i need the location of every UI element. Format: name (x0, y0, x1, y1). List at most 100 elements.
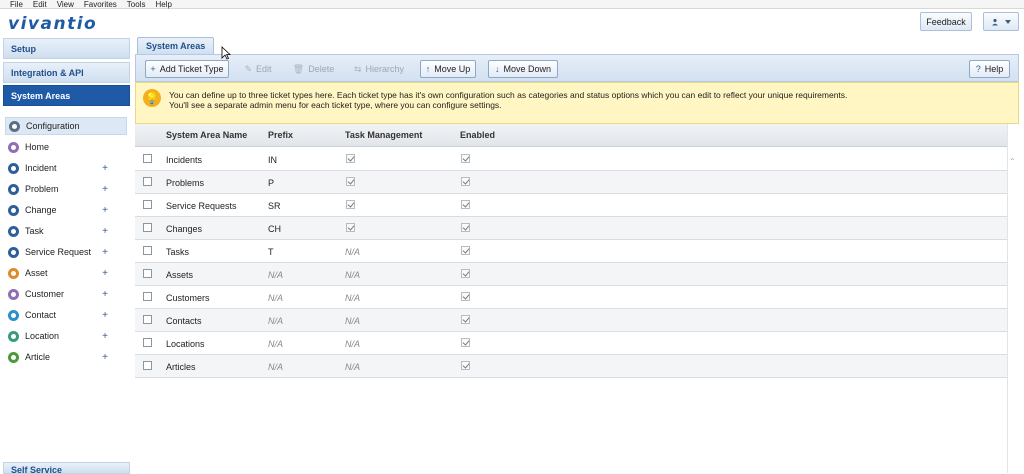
task-management-value: N/A (345, 293, 361, 303)
vertical-scrollbar[interactable] (1007, 124, 1019, 473)
task-management-value: N/A (345, 247, 361, 257)
column-header-name[interactable]: System Area Name (166, 130, 247, 140)
menu-favorites[interactable]: Favorites (84, 0, 117, 9)
sidebar-section-setup[interactable]: Setup (3, 38, 130, 59)
table-row[interactable]: Problems P (135, 171, 1007, 194)
system-area-prefix: N/A (268, 362, 284, 372)
sidebar-section-system-areas[interactable]: System Areas (3, 85, 130, 106)
sidebar-section-integration[interactable]: Integration & API (3, 62, 130, 83)
enabled-checkbox (461, 223, 470, 232)
feedback-button[interactable]: Feedback (920, 12, 972, 31)
system-area-name: Incidents (166, 155, 203, 165)
add-contact-icon[interactable]: + (102, 310, 108, 321)
vivantio-logo[interactable]: vivantio (8, 14, 97, 34)
sidebar-item-problem[interactable]: Problem + (8, 180, 126, 198)
sidebar-item-service-request[interactable]: Service Request + (8, 243, 126, 261)
add-asset-icon[interactable]: + (102, 268, 108, 279)
hierarchy-button[interactable]: ⇆ Hierarchy (350, 60, 408, 78)
user-menu-button[interactable] (983, 12, 1019, 31)
sidebar-item-location[interactable]: Location + (8, 327, 126, 345)
table-row[interactable]: Locations N/A N/A (135, 332, 1007, 355)
row-select-checkbox[interactable] (143, 200, 152, 209)
sidebar-item-asset[interactable]: Asset + (8, 264, 126, 282)
task-management-value: N/A (345, 270, 361, 280)
move-down-label: Move Down (503, 64, 552, 74)
location-icon (8, 330, 19, 342)
enabled-checkbox (461, 154, 470, 163)
table-row[interactable]: Tasks T N/A (135, 240, 1007, 263)
menu-help[interactable]: Help (155, 0, 171, 9)
menu-view[interactable]: View (57, 0, 74, 9)
sidebar-item-label: Problem (25, 184, 59, 194)
column-header-task-management[interactable]: Task Management (345, 130, 422, 140)
column-header-prefix[interactable]: Prefix (268, 130, 293, 140)
system-area-prefix: CH (268, 224, 281, 234)
edit-label: Edit (256, 64, 272, 74)
sidebar-item-change[interactable]: Change + (8, 201, 126, 219)
move-up-button[interactable]: ↑ Move Up (420, 60, 476, 78)
add-incident-icon[interactable]: + (102, 163, 108, 174)
sidebar-section-self-service[interactable]: Self Service (3, 462, 130, 474)
row-select-checkbox[interactable] (143, 246, 152, 255)
column-header-enabled[interactable]: Enabled (460, 130, 495, 140)
add-task-icon[interactable]: + (102, 226, 108, 237)
table-row[interactable]: Contacts N/A N/A (135, 309, 1007, 332)
sidebar-item-label: Configuration (26, 121, 80, 131)
delete-button[interactable]: 🗑 Delete (291, 60, 336, 78)
add-article-icon[interactable]: + (102, 352, 108, 363)
grid-header: System Area Name Prefix Task Management … (135, 124, 1007, 147)
move-down-button[interactable]: ↓ Move Down (488, 60, 558, 78)
sidebar-item-home[interactable]: Home (8, 138, 126, 156)
add-change-icon[interactable]: + (102, 205, 108, 216)
edit-button[interactable]: ✎ Edit (240, 60, 276, 78)
enabled-checkbox (461, 269, 470, 278)
help-button[interactable]: ? Help (969, 60, 1010, 78)
article-icon (8, 351, 19, 363)
menu-file[interactable]: File (10, 0, 23, 9)
menu-edit[interactable]: Edit (33, 0, 47, 9)
add-problem-icon[interactable]: + (102, 184, 108, 195)
enabled-checkbox (461, 292, 470, 301)
sidebar-item-label: Asset (25, 268, 48, 278)
row-select-checkbox[interactable] (143, 315, 152, 324)
top-bar: vivantio (0, 9, 1024, 36)
row-select-checkbox[interactable] (143, 177, 152, 186)
row-select-checkbox[interactable] (143, 338, 152, 347)
row-select-checkbox[interactable] (143, 223, 152, 232)
table-row[interactable]: Articles N/A N/A (135, 355, 1007, 378)
tab-system-areas[interactable]: System Areas (137, 37, 214, 54)
row-select-checkbox[interactable] (143, 269, 152, 278)
sidebar-item-article[interactable]: Article + (8, 348, 126, 366)
system-area-name: Contacts (166, 316, 202, 326)
table-row[interactable]: Customers N/A N/A (135, 286, 1007, 309)
row-select-checkbox[interactable] (143, 154, 152, 163)
caret-down-icon (1005, 19, 1011, 24)
sidebar-item-configuration[interactable]: Configuration (5, 117, 127, 135)
system-area-name: Customers (166, 293, 210, 303)
add-location-icon[interactable]: + (102, 331, 108, 342)
table-row[interactable]: Service Requests SR (135, 194, 1007, 217)
arrow-up-icon: ↑ (425, 64, 431, 74)
task-management-checkbox (346, 177, 355, 186)
table-row[interactable]: Changes CH (135, 217, 1007, 240)
mouse-cursor-icon (221, 46, 231, 60)
sidebar-item-contact[interactable]: Contact + (8, 306, 126, 324)
table-row[interactable]: Incidents IN (135, 148, 1007, 171)
add-service-request-icon[interactable]: + (102, 247, 108, 258)
hierarchy-icon: ⇆ (353, 63, 362, 74)
sidebar-item-customer[interactable]: Customer + (8, 285, 126, 303)
sidebar-item-incident[interactable]: Incident + (8, 159, 126, 177)
sidebar-item-label: Contact (25, 310, 57, 320)
add-ticket-type-button[interactable]: + Add Ticket Type (145, 60, 229, 78)
scroll-up-icon[interactable]: ⌃ (1009, 157, 1016, 166)
row-select-checkbox[interactable] (143, 361, 152, 370)
row-select-checkbox[interactable] (143, 292, 152, 301)
task-management-checkbox (346, 154, 355, 163)
system-area-prefix: N/A (268, 270, 284, 280)
task-management-value: N/A (345, 362, 361, 372)
sidebar-item-task[interactable]: Task + (8, 222, 126, 240)
table-row[interactable]: Assets N/A N/A (135, 263, 1007, 286)
add-customer-icon[interactable]: + (102, 289, 108, 300)
menu-tools[interactable]: Tools (127, 0, 146, 9)
lightbulb-icon: 💡 (143, 89, 161, 107)
